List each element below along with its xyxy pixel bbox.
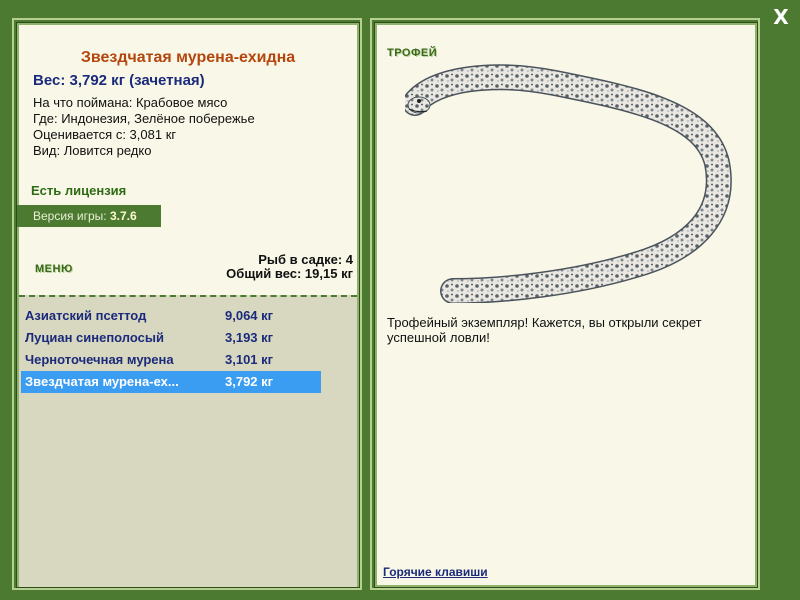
license-status: Есть лицензия xyxy=(31,183,127,198)
catch-weight: 3,193 кг xyxy=(225,330,274,345)
version-number: 3.7.6 xyxy=(109,209,137,223)
hotkeys-link[interactable]: Горячие клавиши xyxy=(383,565,488,579)
catch-list-item[interactable]: Луциан синеполосый 3,193 кг xyxy=(21,327,321,349)
catch-name: Звездчатая мурена-ех... xyxy=(25,374,179,389)
catch-name: Луциан синеполосый xyxy=(25,330,164,345)
fish-info-panel: Звездчатая мурена-ехидна Вес: 3,792 кг (… xyxy=(16,22,360,588)
catch-list-item[interactable]: Азиатский псеттод 9,064 кг xyxy=(21,305,321,327)
catch-list-item-selected[interactable]: Звездчатая мурена-ех... 3,792 кг xyxy=(21,371,321,393)
version-label: Версия игры: xyxy=(33,209,110,223)
bait-info: На что поймана: Крабовое мясо xyxy=(33,95,228,110)
fish-title: Звездчатая мурена-ехидна xyxy=(80,49,296,66)
keepnet-summary: Рыб в садке: 4 Общий вес: 19,15 кг xyxy=(226,253,353,281)
trophy-panel: ТРОФЕЙ Трофейный экземпляр! Кажется, вы … xyxy=(374,22,758,588)
version-bar: Версия игры: 3.7.6 xyxy=(17,205,161,227)
rating-info: Оценивается с: 3,081 кг xyxy=(33,127,177,142)
keepnet-count: Рыб в садке: 4 xyxy=(258,252,353,267)
catch-list: Азиатский псеттод 9,064 кг Луциан синепо… xyxy=(19,295,357,587)
moray-eel-image xyxy=(405,64,732,303)
location-info: Где: Индонезия, Зелёное побережье xyxy=(33,111,255,126)
catch-name: Черноточечная мурена xyxy=(25,352,174,367)
rarity-info: Вид: Ловится редко xyxy=(33,143,152,158)
catch-list-item[interactable]: Черноточечная мурена 3,101 кг xyxy=(21,349,321,371)
catch-weight: 9,064 кг xyxy=(225,308,274,323)
fish-weight: Вес: 3,792 кг (зачетная) xyxy=(33,72,205,89)
catch-name: Азиатский псеттод xyxy=(25,308,147,323)
close-button[interactable]: X xyxy=(770,6,792,28)
menu-button[interactable]: МЕНЮ xyxy=(35,263,73,275)
catch-weight: 3,792 кг xyxy=(225,374,274,389)
catch-weight: 3,101 кг xyxy=(225,352,274,367)
trophy-description: Трофейный экземпляр! Кажется, вы открыли… xyxy=(387,315,702,345)
keepnet-total-weight: Общий вес: 19,15 кг xyxy=(226,266,353,281)
